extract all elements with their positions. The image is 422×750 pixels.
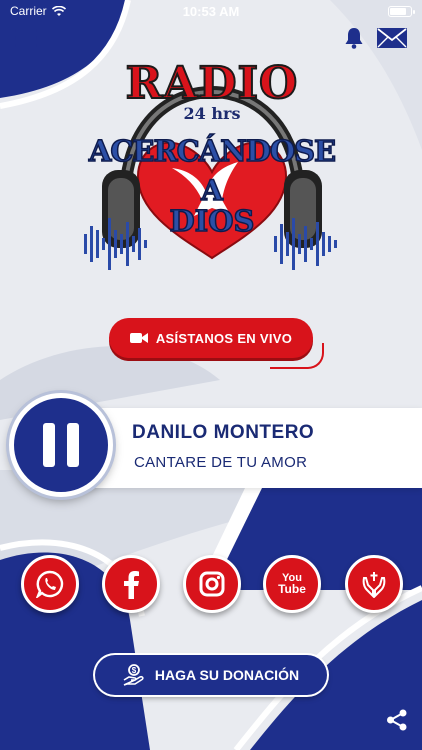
prayer-button[interactable] bbox=[345, 555, 403, 613]
pause-bar-left bbox=[43, 423, 55, 467]
bell-icon bbox=[345, 28, 363, 49]
live-button-label: ASÍSTANOS EN VIVO bbox=[155, 330, 293, 346]
donate-button[interactable]: $ HAGA SU DONACIÓN bbox=[95, 655, 327, 695]
whatsapp-icon bbox=[36, 570, 64, 598]
youtube-button[interactable]: You Tube bbox=[263, 555, 321, 613]
video-camera-icon bbox=[129, 333, 148, 343]
now-playing-song: CANTARE DE TU AMOR bbox=[134, 454, 308, 471]
instagram-icon bbox=[199, 571, 225, 597]
share-icon bbox=[387, 709, 407, 731]
praying-hands-icon bbox=[362, 572, 386, 598]
donate-button-label: HAGA SU DONACIÓN bbox=[154, 667, 300, 683]
station-logo: RADIO 24 hrs ACERCÁNDOSE A DIOS bbox=[78, 57, 346, 294]
share-button[interactable] bbox=[384, 707, 410, 733]
svg-text:$: $ bbox=[132, 666, 137, 675]
donation-hand-icon: $ bbox=[123, 664, 144, 686]
now-playing-artist: DANILO MONTERO bbox=[132, 422, 315, 443]
battery-icon bbox=[388, 5, 415, 17]
menu-icon bbox=[15, 29, 37, 47]
carrier-label: Carrier bbox=[10, 4, 47, 18]
notifications-button[interactable] bbox=[340, 24, 368, 52]
menu-button[interactable] bbox=[12, 24, 40, 52]
pause-icon bbox=[37, 423, 85, 467]
logo-24hrs-text: 24 hrs bbox=[183, 104, 241, 123]
play-pause-button[interactable] bbox=[9, 393, 113, 497]
mail-icon bbox=[377, 28, 407, 48]
instagram-button[interactable] bbox=[183, 555, 241, 613]
status-bar: Carrier 10:53 AM bbox=[0, 0, 422, 22]
whatsapp-button[interactable] bbox=[21, 555, 79, 613]
facebook-icon bbox=[124, 571, 139, 599]
wifi-icon bbox=[51, 5, 66, 16]
facebook-button[interactable] bbox=[102, 555, 160, 613]
youtube-icon: You Tube bbox=[278, 573, 306, 596]
logo-radio-text: RADIO bbox=[125, 57, 299, 110]
status-left: Carrier bbox=[10, 4, 66, 18]
logo-acercandose-text: ACERCÁNDOSE bbox=[88, 133, 337, 169]
live-video-button[interactable]: ASÍSTANOS EN VIVO bbox=[109, 318, 313, 358]
logo-a-text: A bbox=[200, 173, 223, 208]
now-playing-panel: DANILO MONTERO CANTARE DE TU AMOR bbox=[60, 408, 422, 488]
mail-button[interactable] bbox=[374, 24, 410, 52]
pause-bar-right bbox=[67, 423, 79, 467]
youtube-label-bottom: Tube bbox=[278, 582, 306, 596]
logo-dios-text: DIOS bbox=[169, 203, 255, 239]
